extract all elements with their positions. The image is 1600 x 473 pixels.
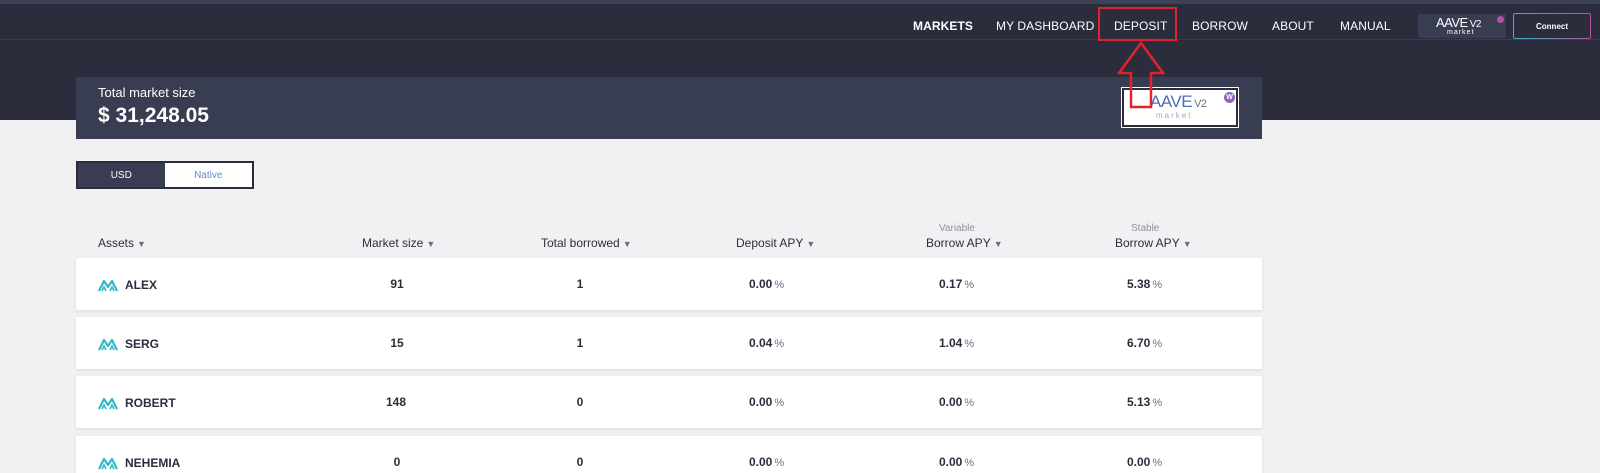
variable-borrow-apy-value: 0.17% bbox=[939, 277, 975, 291]
badge-subtitle: market bbox=[1156, 111, 1193, 120]
aave-logo: AAVE V2 bbox=[1436, 15, 1481, 30]
sort-down-icon: ▼ bbox=[426, 239, 436, 249]
col-deposit-apy[interactable]: Deposit APY ▼ bbox=[736, 236, 815, 250]
network-dot-icon bbox=[1497, 16, 1504, 23]
logo-subtitle: market bbox=[1447, 29, 1475, 36]
sort-down-icon: ▼ bbox=[622, 239, 632, 249]
col-assets[interactable]: Assets ▼ bbox=[98, 236, 146, 250]
table-row[interactable]: ALEX 91 1 0.00% 0.17% 5.38% bbox=[76, 258, 1262, 310]
aave-token-icon bbox=[98, 397, 118, 410]
col-stable-borrow-apy[interactable]: Borrow APY ▼ bbox=[1115, 236, 1192, 250]
table-row[interactable]: ROBERT 148 0 0.00% 0.00% 5.13% bbox=[76, 376, 1262, 428]
asset-name: ROBERT bbox=[125, 396, 176, 410]
col-variable-super: Variable bbox=[939, 223, 975, 234]
market-summary-panel: Total market size $ 31,248.05 bbox=[76, 77, 1262, 139]
market-selector[interactable]: AAVE V2 market bbox=[1418, 14, 1506, 38]
asset-name: NEHEMIA bbox=[125, 456, 181, 470]
sort-down-icon: ▼ bbox=[137, 239, 146, 249]
total-borrowed-value: 1 bbox=[576, 336, 584, 350]
stable-borrow-apy-value: 6.70% bbox=[1127, 336, 1163, 350]
stable-borrow-apy-value: 0.00% bbox=[1127, 455, 1163, 469]
nav-about[interactable]: ABOUT bbox=[1272, 19, 1314, 33]
nav-markets[interactable]: MARKETS bbox=[913, 19, 973, 33]
asset-name: ALEX bbox=[125, 278, 158, 292]
deposit-apy-value: 0.00% bbox=[749, 455, 785, 469]
nav-my-dashboard[interactable]: MY DASHBOARD bbox=[996, 19, 1094, 33]
top-navbar: MARKETS MY DASHBOARD DEPOSIT BORROW ABOU… bbox=[0, 4, 1600, 44]
total-market-size-label: Total market size bbox=[98, 85, 196, 100]
col-stable-super: Stable bbox=[1131, 223, 1160, 234]
sort-down-icon: ▼ bbox=[993, 239, 1003, 249]
total-borrowed-value: 0 bbox=[576, 395, 584, 409]
aave-token-icon bbox=[98, 457, 118, 470]
stable-borrow-apy-value: 5.38% bbox=[1127, 277, 1163, 291]
connect-label: Connect bbox=[1514, 14, 1590, 38]
sort-down-icon: ▼ bbox=[1182, 239, 1192, 249]
nav-manual[interactable]: MANUAL bbox=[1340, 19, 1391, 33]
table-row[interactable]: NEHEMIA 0 0 0.00% 0.00% 0.00% bbox=[76, 436, 1262, 473]
table-row[interactable]: SERG 15 1 0.04% 1.04% 6.70% bbox=[76, 317, 1262, 369]
aave-token-icon bbox=[98, 338, 118, 351]
variable-borrow-apy-value: 1.04% bbox=[939, 336, 975, 350]
currency-toggle: USD Native bbox=[76, 161, 254, 189]
deposit-apy-value: 0.00% bbox=[749, 277, 785, 291]
aave-token-icon bbox=[98, 279, 118, 292]
nav-borrow[interactable]: BORROW bbox=[1192, 19, 1248, 33]
total-borrowed-value: 0 bbox=[576, 455, 584, 469]
market-size-value: 15 bbox=[390, 336, 404, 350]
col-total-borrowed[interactable]: Total borrowed ▼ bbox=[541, 236, 632, 250]
asset-name: SERG bbox=[125, 337, 160, 351]
sort-down-icon: ▼ bbox=[806, 239, 816, 249]
deposit-apy-value: 0.04% bbox=[749, 336, 785, 350]
badge-network-icon: W bbox=[1224, 92, 1235, 103]
market-size-value: 91 bbox=[390, 277, 404, 291]
col-variable-borrow-apy[interactable]: Borrow APY ▼ bbox=[926, 236, 1003, 250]
market-size-value: 148 bbox=[385, 395, 407, 409]
variable-borrow-apy-value: 0.00% bbox=[939, 455, 975, 469]
col-market-size[interactable]: Market size ▼ bbox=[362, 236, 435, 250]
up-arrow-icon bbox=[1116, 40, 1166, 109]
variable-borrow-apy-value: 0.00% bbox=[939, 395, 975, 409]
deposit-highlight-box bbox=[1098, 7, 1177, 41]
stable-borrow-apy-value: 5.13% bbox=[1127, 395, 1163, 409]
toggle-native[interactable]: Native bbox=[164, 163, 252, 187]
market-size-value: 0 bbox=[393, 455, 401, 469]
total-borrowed-value: 1 bbox=[576, 277, 584, 291]
total-market-size-value: $ 31,248.05 bbox=[98, 104, 209, 127]
deposit-apy-value: 0.00% bbox=[749, 395, 785, 409]
connect-button[interactable]: Connect bbox=[1513, 13, 1591, 39]
toggle-usd[interactable]: USD bbox=[78, 163, 165, 187]
